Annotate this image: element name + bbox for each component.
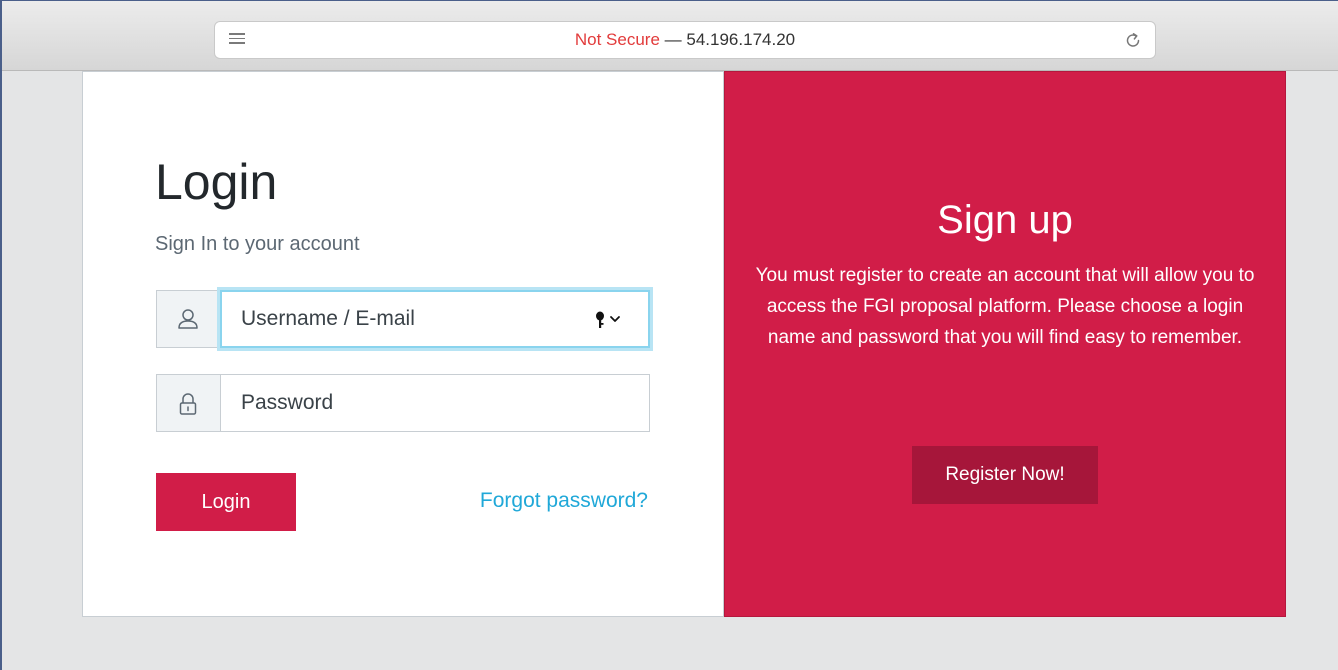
window-frame-left [0,0,2,670]
username-addon [156,290,221,348]
signup-title: Sign up [937,198,1073,242]
signup-card: Sign up You must register to create an a… [724,71,1286,617]
login-subtitle: Sign In to your account [155,233,360,255]
login-button[interactable]: Login [156,473,296,531]
login-title: Login [155,154,278,210]
url-address: 54.196.174.20 [686,30,796,49]
password-field[interactable]: Password [220,374,650,432]
browser-toolbar: Not Secure — 54.196.174.20 [2,1,1338,71]
url-display[interactable]: Not Secure — 54.196.174.20 [215,22,1155,58]
password-input-group: Password [156,374,650,432]
lock-icon [179,393,197,415]
key-icon[interactable] [594,310,626,330]
not-secure-label: Not Secure [574,30,660,49]
address-bar[interactable]: Not Secure — 54.196.174.20 [214,21,1156,59]
reload-icon[interactable] [1123,30,1143,50]
username-placeholder: Username / E-mail [241,307,415,330]
user-icon [178,309,198,329]
login-card: Login Sign In to your account Username /… [82,71,724,617]
signup-description: You must register to create an account t… [755,265,1255,348]
password-addon [156,374,221,432]
username-field[interactable]: Username / E-mail [220,290,650,348]
forgot-password-link[interactable]: Forgot password? [480,489,648,513]
password-placeholder: Password [241,391,334,414]
username-input-group: Username / E-mail [156,290,650,348]
register-now-button[interactable]: Register Now! [912,446,1098,504]
url-separator: — [664,30,682,49]
